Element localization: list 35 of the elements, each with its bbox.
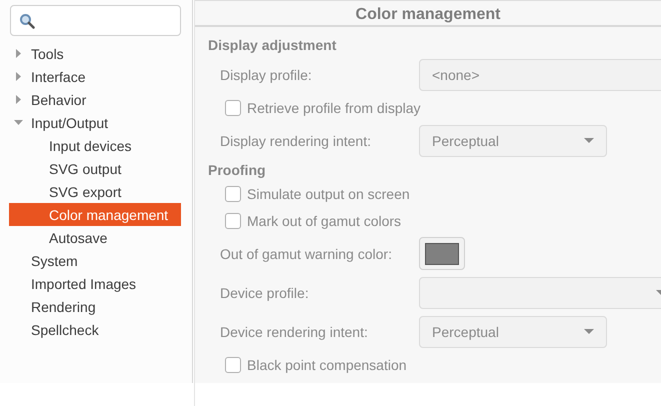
field-label: Display profile: — [220, 66, 313, 82]
checkbox[interactable] — [225, 212, 241, 228]
checkbox[interactable] — [225, 100, 241, 116]
search-field[interactable] — [10, 5, 181, 36]
section-heading: Proofing — [208, 161, 267, 180]
field-label: Display rendering intent: — [220, 132, 372, 148]
tree-item[interactable]: Spellcheck — [9, 318, 181, 341]
color-button[interactable] — [419, 237, 465, 270]
expander-icon[interactable] — [14, 118, 23, 127]
field-label: Out of gamut warning color: — [220, 246, 393, 262]
page-title: Color management — [195, 0, 661, 27]
tree-item[interactable]: Autosave — [9, 226, 181, 249]
tree-item[interactable]: Interface — [9, 65, 181, 88]
field-label: Device profile: — [220, 284, 310, 300]
expander-icon[interactable] — [14, 95, 23, 104]
tree-item[interactable]: Input/Output — [9, 111, 181, 134]
checkbox[interactable] — [225, 186, 241, 202]
caret-icon — [584, 138, 594, 144]
section-heading: Display adjustment — [208, 36, 338, 55]
checkbox[interactable] — [225, 356, 241, 372]
expander-icon[interactable] — [14, 72, 23, 81]
tree-item[interactable]: Imported Images — [9, 272, 181, 295]
tree-item[interactable]: Rendering — [9, 295, 181, 318]
tree-item[interactable]: Color management — [9, 203, 181, 226]
dropdown[interactable] — [419, 276, 661, 308]
tree-item[interactable]: SVG output — [9, 157, 181, 180]
tree-item[interactable]: Tools — [9, 42, 181, 65]
field-label: Device rendering intent: — [220, 324, 369, 340]
search-icon — [19, 12, 35, 28]
tree-item[interactable]: SVG export — [9, 180, 181, 203]
tree-item[interactable]: System — [9, 249, 181, 272]
tree-item[interactable]: Input devices — [9, 134, 181, 157]
caret-icon — [584, 328, 594, 334]
expander-icon[interactable] — [14, 49, 23, 58]
tree-item[interactable]: Behavior — [9, 88, 181, 111]
